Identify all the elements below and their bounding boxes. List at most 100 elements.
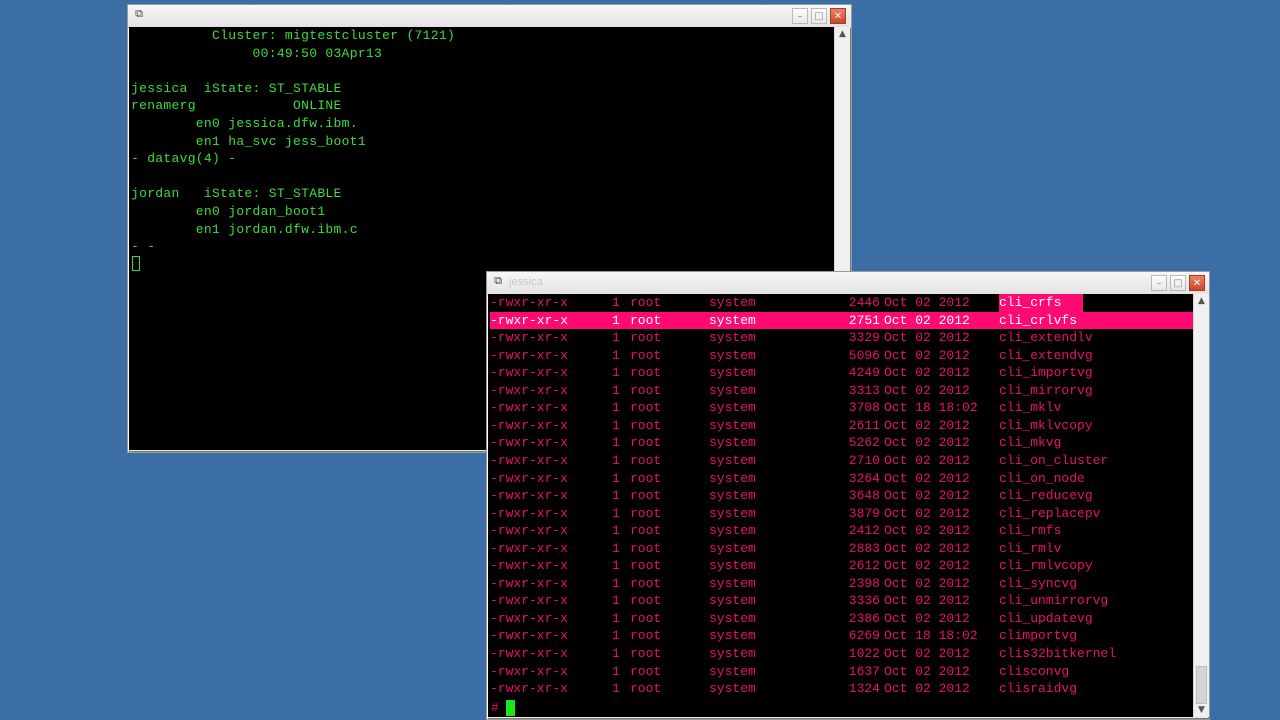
putty-icon[interactable]: ⧉	[491, 276, 505, 289]
file-list-row[interactable]: -rwxr-xr-x 1 root system 2446 Oct 02 2012 cli_…	[490, 294, 1193, 312]
file-links: 1	[612, 558, 620, 574]
file-list-row[interactable]: -rwxr-xr-x 1 root system 5262 Oct 02 2012 cli_…	[490, 434, 1193, 452]
file-size: 4249	[848, 365, 880, 381]
file-list-row[interactable]: -rwxr-xr-x 1 root system 1324 Oct 02 2012 clis…	[490, 680, 1193, 698]
scroll-down-arrow-icon[interactable]: ▼	[1194, 703, 1209, 717]
file-list-row[interactable]: -rwxr-xr-x 1 root system 6269 Oct 18 18:02 cli…	[490, 627, 1193, 645]
file-size: 3329	[848, 330, 880, 346]
file-size: 2446	[848, 295, 880, 310]
file-group: system	[709, 417, 756, 433]
minimize-button[interactable]: –	[1151, 275, 1167, 291]
file-list-row[interactable]: -rwxr-xr-x 1 root system 3329 Oct 02 2012 cli_…	[490, 329, 1193, 347]
file-name: cli_rmfs	[999, 523, 1062, 539]
shell-prompt: #	[491, 700, 499, 715]
right-title-bar[interactable]: ⧉ jessica – □ ✕	[487, 272, 1209, 295]
file-list-row[interactable]: -rwxr-xr-x 1 root system 2611 Oct 02 2012 cli_…	[490, 417, 1193, 435]
file-list-row[interactable]: -rwxr-xr-x 1 root system 2710 Oct 02 2012 cli_…	[490, 452, 1193, 470]
right-scrollbar[interactable]: ▲ ▼	[1193, 294, 1209, 717]
file-date: Oct 02 2012	[884, 330, 970, 346]
file-links: 1	[612, 663, 620, 679]
file-group: system	[709, 558, 756, 574]
file-date: Oct 02 2012	[884, 505, 970, 521]
file-date: Oct 02 2012	[884, 435, 970, 451]
file-list-row[interactable]: -rwxr-xr-x 1 root system 4249 Oct 02 2012 cli_…	[490, 364, 1193, 382]
file-owner: root	[630, 681, 662, 697]
file-owner: root	[630, 330, 662, 346]
file-list-row[interactable]: -rwxr-xr-x 1 root system 3879 Oct 02 2012 cli_…	[490, 505, 1193, 523]
file-size: 3648	[848, 488, 880, 504]
file-owner: root	[630, 347, 662, 363]
terminal-line: 00:49:50 03Apr13	[131, 45, 383, 61]
file-links: 1	[612, 610, 620, 626]
left-title-bar[interactable]: ⧉ – □ ✕	[128, 5, 851, 28]
scroll-up-arrow-icon[interactable]: ▲	[1194, 294, 1209, 308]
file-owner: root	[630, 523, 662, 539]
file-links: 1	[612, 470, 620, 486]
file-list-row[interactable]: -rwxr-xr-x 1 root system 3313 Oct 02 2012 cli_…	[490, 382, 1193, 400]
maximize-button[interactable]: □	[811, 8, 827, 24]
file-list-row[interactable]: -rwxr-xr-x 1 root system 2612 Oct 02 2012 cli_…	[490, 557, 1193, 575]
file-list-row[interactable]: -rwxr-xr-x 1 root system 2398 Oct 02 2012 cli_…	[490, 575, 1193, 593]
putty-icon[interactable]: ⧉	[132, 9, 146, 22]
scroll-up-arrow-icon[interactable]: ▲	[835, 27, 850, 41]
file-list-row[interactable]: -rwxr-xr-x 1 root system 3336 Oct 02 2012 cli_…	[490, 592, 1193, 610]
file-perm: -rwxr-xr-x	[490, 435, 569, 451]
file-links: 1	[612, 488, 620, 504]
file-group: system	[709, 295, 756, 310]
close-button[interactable]: ✕	[1189, 275, 1205, 291]
file-list-row[interactable]: -rwxr-xr-x 1 root system 3648 Oct 02 2012 cli_…	[490, 487, 1193, 505]
file-list-row[interactable]: -rwxr-xr-x 1 root system 2412 Oct 02 2012 cli_…	[490, 522, 1193, 540]
terminal-line: en1 ha_svc jess_boot1	[131, 133, 366, 149]
file-links: 1	[612, 540, 620, 556]
terminal-line: - -	[131, 239, 156, 255]
text-cursor	[132, 256, 140, 271]
minimize-button[interactable]: –	[792, 8, 808, 24]
terminal-line: - datavg(4) -	[131, 151, 237, 167]
file-perm: -rwxr-xr-x	[490, 452, 569, 468]
file-group: system	[709, 610, 756, 626]
file-owner: root	[630, 628, 662, 644]
file-name: cli_rmlvcopy	[999, 558, 1093, 574]
file-group: system	[709, 646, 756, 661]
file-list-row[interactable]: -rwxr-xr-x 1 root system 3708 Oct 18 18:02 cli…	[490, 399, 1193, 417]
file-name: cli_syncvg	[999, 575, 1078, 591]
file-name: cli_on_cluster	[999, 452, 1109, 468]
file-date: Oct 02 2012	[884, 523, 970, 539]
file-owner: root	[630, 435, 662, 451]
file-list-row[interactable]: -rwxr-xr-x 1 root system 2883 Oct 02 2012 cli_…	[490, 540, 1193, 558]
file-name: cli_reducevg	[999, 488, 1093, 504]
file-owner: root	[630, 488, 662, 504]
file-owner: root	[630, 575, 662, 591]
file-size: 1022	[848, 646, 880, 661]
file-owner: root	[630, 646, 662, 661]
file-name: clisconvg	[999, 663, 1070, 679]
file-date: Oct 02 2012	[884, 470, 970, 486]
file-name: cli_crfs	[999, 294, 1084, 312]
file-owner: root	[630, 452, 662, 468]
file-list-row[interactable]: -rwxr-xr-x 1 root system 2386 Oct 02 2012 cli_…	[490, 610, 1193, 628]
close-button[interactable]: ✕	[830, 8, 846, 24]
file-date: Oct 02 2012	[884, 347, 970, 363]
file-perm: -rwxr-xr-x	[490, 470, 569, 486]
file-list-row[interactable]: -rwxr-xr-x 1 root system 1637 Oct 02 2012 clis…	[490, 663, 1193, 681]
file-date: Oct 02 2012	[884, 610, 970, 626]
file-perm: -rwxr-xr-x	[490, 646, 569, 661]
file-perm: -rwxr-xr-x	[490, 488, 569, 504]
scroll-thumb[interactable]	[1196, 666, 1207, 704]
file-links: 1	[612, 628, 620, 644]
file-owner: root	[630, 593, 662, 609]
file-group: system	[709, 540, 756, 556]
file-list-row[interactable]: -rwxr-xr-x 1 root system 1022 Oct 02 2012 clis…	[490, 645, 1193, 663]
file-size: 2883	[848, 540, 880, 556]
right-terminal-window[interactable]: ⧉ jessica – □ ✕ # -rwxr-xr-x 1 root system 2…	[486, 271, 1210, 720]
right-terminal-output[interactable]: # -rwxr-xr-x 1 root system 2446 Oct 02 2012 cl…	[488, 294, 1193, 717]
maximize-button[interactable]: □	[1170, 275, 1186, 291]
file-list-row[interactable]: -rwxr-xr-x 1 root system 5096 Oct 02 2012 cli_…	[490, 347, 1193, 365]
file-links: 1	[612, 295, 620, 310]
file-date: Oct 02 2012	[884, 575, 970, 591]
file-size: 2710	[848, 452, 880, 468]
file-list-row[interactable]: -rwxr-xr-x 1 root system 2751 Oct 02 2012 cli_…	[490, 311, 1193, 330]
file-owner: root	[630, 558, 662, 574]
file-size: 3313	[848, 382, 880, 398]
file-list-row[interactable]: -rwxr-xr-x 1 root system 3264 Oct 02 2012 cli_…	[490, 470, 1193, 488]
